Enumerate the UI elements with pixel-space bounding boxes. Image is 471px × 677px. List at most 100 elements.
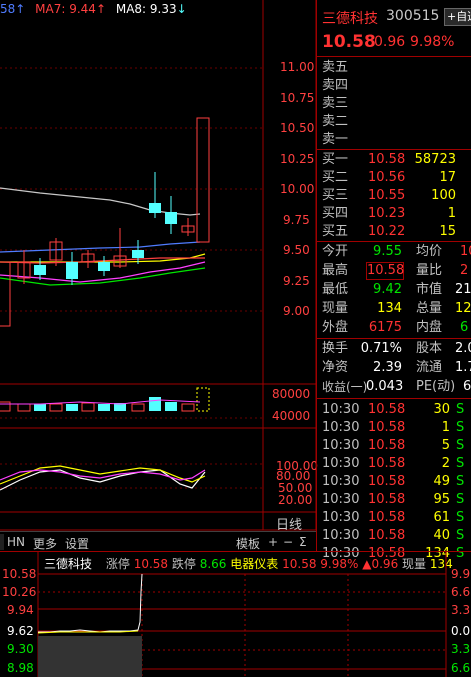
buy-volume: 15	[439, 224, 456, 239]
stat-value: 0.043	[366, 379, 404, 394]
buy-label: 买一	[322, 152, 349, 167]
template-button[interactable]: 模板	[236, 535, 260, 552]
stat-label: 内盘	[416, 320, 443, 335]
tick-time: 10:30	[322, 492, 360, 507]
buy-volume: 17	[439, 170, 456, 185]
buy-price: 10.58	[368, 152, 406, 167]
stat-value: 21	[455, 282, 471, 297]
bottom-toolbar: HN 更多 设置 模板 + − Σ	[0, 531, 316, 552]
volume-axis-label: 40000	[272, 409, 311, 423]
stat-value: 9.55	[373, 244, 402, 259]
divider	[316, 241, 471, 242]
intraday-left-axis: 10.26	[2, 585, 37, 599]
kline-panel[interactable]: 58↑ MA7: 9.44↑ MA8: 9.33↓ 11.00 10.75 10…	[0, 0, 318, 533]
tick-time: 10:30	[322, 456, 360, 471]
stat-label: 均价	[416, 244, 443, 259]
intraday-left-axis: 8.98	[7, 661, 34, 675]
stat-label: 今开	[322, 244, 349, 259]
stat-value: 12	[455, 301, 471, 316]
intraday-left-axis: 9.94	[7, 603, 34, 617]
sigma-button[interactable]: Σ	[299, 535, 307, 549]
tick-flag: S	[456, 402, 465, 417]
buy-volume: 100	[431, 188, 456, 203]
settings-button[interactable]: 设置	[65, 535, 89, 552]
stat-label: PE(动)	[416, 379, 456, 394]
buy-label: 买五	[322, 224, 349, 239]
divider	[316, 56, 471, 57]
tick-flag: S	[456, 510, 465, 525]
buy-label: 买三	[322, 188, 349, 203]
tick-price: 10.58	[368, 438, 406, 453]
divider	[316, 398, 471, 399]
tick-time: 10:30	[322, 438, 360, 453]
kline-chart	[0, 0, 317, 531]
stat-value: 1.7	[455, 360, 471, 375]
tick-volume: 49	[433, 474, 450, 489]
add-indicator-button[interactable]: +	[268, 535, 278, 549]
price-axis-label: 9.75	[283, 213, 310, 227]
current-price: 10.58	[322, 32, 376, 52]
tick-price: 10.58	[368, 474, 406, 489]
intraday-right-axis: 3.3	[451, 642, 471, 656]
tick-volume: 5	[441, 438, 450, 453]
tick-flag: S	[456, 474, 465, 489]
stock-name: 三德科技	[322, 11, 378, 27]
buy-volume: 58723	[414, 152, 456, 167]
intraday-left-axis: 10.58	[2, 567, 37, 581]
price-axis-label: 10.75	[280, 91, 315, 105]
stat-value: 0.71%	[360, 341, 402, 356]
stat-value-highlight: 10.58	[366, 262, 405, 280]
price-axis-label: 10.00	[280, 182, 315, 196]
price-axis-label: 9.50	[283, 243, 310, 257]
tick-price: 10.58	[368, 510, 406, 525]
tick-volume: 40	[433, 528, 450, 543]
buy-price: 10.22	[368, 224, 406, 239]
buy-price: 10.23	[368, 206, 406, 221]
stat-label: 流通	[416, 360, 443, 375]
intraday-right-axis: 9.9	[451, 567, 471, 581]
buy-price: 10.56	[368, 170, 406, 185]
stat-label: 量比	[416, 263, 443, 278]
intraday-chart	[37, 552, 447, 677]
intraday-right-axis: 6.6	[451, 585, 471, 599]
tick-volume: 2	[441, 456, 450, 471]
intraday-right-axis: 6.6	[451, 661, 471, 675]
stat-label: 外盘	[322, 320, 349, 335]
tick-price: 10.58	[368, 402, 406, 417]
sell-level-2: 卖二	[322, 114, 349, 129]
stat-value: 6	[463, 379, 471, 394]
tick-volume: 1	[441, 420, 450, 435]
divider	[316, 338, 471, 339]
tick-time: 10:30	[322, 402, 360, 417]
tick-price: 10.58	[368, 420, 406, 435]
stat-value: 10	[460, 244, 471, 259]
stat-label: 股本	[416, 341, 443, 356]
stat-value: 9.42	[373, 282, 402, 297]
hn-button[interactable]: HN	[7, 535, 25, 549]
tick-volume: 95	[433, 492, 450, 507]
buy-price: 10.55	[368, 188, 406, 203]
divider	[316, 149, 471, 150]
tick-flag: S	[456, 456, 465, 471]
tick-volume: 30	[433, 402, 450, 417]
sell-level-4: 卖四	[322, 78, 349, 93]
volume-axis-label: 80000	[272, 387, 311, 401]
price-axis-label: 9.25	[283, 274, 310, 288]
stat-value: 6	[460, 320, 469, 335]
tick-price: 10.58	[368, 528, 406, 543]
stat-value: 134	[377, 301, 402, 316]
remove-indicator-button[interactable]: −	[283, 535, 293, 549]
tick-flag: S	[456, 528, 465, 543]
buy-label: 买二	[322, 170, 349, 185]
stock-code: 300515	[386, 8, 440, 24]
more-button[interactable]: 更多	[33, 535, 57, 552]
stat-label: 最低	[322, 282, 349, 297]
tick-volume: 61	[433, 510, 450, 525]
add-watchlist-button[interactable]: +自选	[444, 8, 471, 26]
tick-price: 10.58	[368, 456, 406, 471]
buy-volume: 1	[447, 206, 456, 221]
stat-value: 2	[460, 263, 469, 278]
intraday-left-axis: 9.62	[7, 624, 34, 638]
intraday-panel[interactable]: 三德科技 涨停 10.58 跌停 8.66 电器仪表 10.58 9.98% ▲…	[0, 551, 471, 677]
stat-label: 换手	[322, 341, 349, 356]
